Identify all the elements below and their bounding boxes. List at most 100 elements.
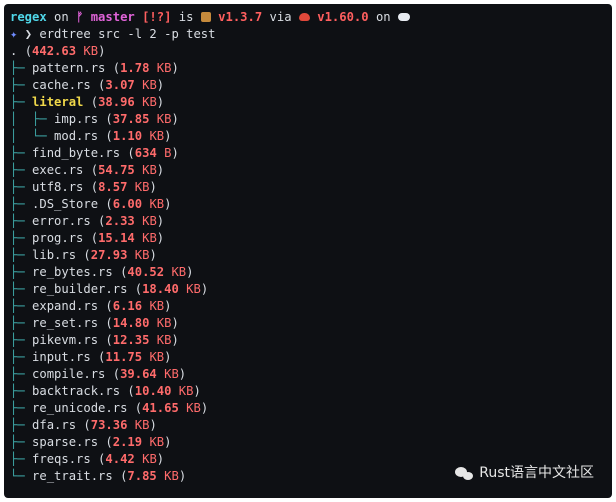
file-name: prog.rs [32, 231, 84, 245]
file-name: re_set.rs [32, 316, 99, 330]
tree-file-entry: ├─ prog.rs (15.14 KB) [10, 231, 165, 245]
prompt-on-word: on [54, 10, 69, 24]
file-size: 27.93 [90, 248, 128, 262]
size-unit: KB [164, 367, 179, 381]
dir-name: literal [32, 95, 84, 109]
tree-branch-prefix: │ └─ [10, 129, 55, 143]
tree-file-entry: ├─ utf8.rs (8.57 KB) [10, 180, 157, 194]
tree-branch-prefix: ├─ [10, 78, 33, 92]
git-branch-icon: ᚠ [76, 10, 84, 24]
tree-file-entry: ├─ lib.rs (27.93 KB) [10, 248, 157, 262]
file-name: cache.rs [32, 78, 91, 92]
size-unit: KB [134, 180, 150, 194]
file-size: 1.10 [112, 129, 143, 143]
rust-version: v1.60.0 [317, 10, 369, 24]
file-size: 7.85 [127, 469, 157, 483]
size-unit: KB [149, 129, 165, 143]
tree-branch-prefix: │ ├─ [10, 112, 55, 126]
size-unit: KB [178, 384, 194, 398]
size-unit: B [164, 146, 172, 160]
size-unit: KB [171, 265, 187, 279]
prompt-arrow-icon: ❯ [24, 27, 33, 41]
rust-crab-icon [298, 13, 310, 21]
file-size: 6.16 [112, 299, 143, 313]
prompt-star-icon: ✦ [10, 27, 18, 41]
tree-file-entry: ├─ find_byte.rs (634 B) [10, 146, 179, 160]
watermark-text: Rust语言中文社区 [479, 465, 594, 481]
tree-branch-prefix: ├─ [10, 384, 33, 398]
tree-file-entry: ├─ error.rs (2.33 KB) [10, 214, 165, 228]
file-name: re_unicode.rs [32, 401, 128, 415]
size-unit: KB [149, 197, 165, 211]
file-size: 634 [134, 146, 157, 160]
file-name: re_trait.rs [32, 469, 113, 483]
file-name: error.rs [32, 214, 91, 228]
tree-branch-prefix: ├─ [10, 418, 33, 432]
tree-file-entry: ├─ compile.rs (39.64 KB) [10, 367, 187, 381]
prompt-line: regex on ᚠ master [!?] is v1.3.7 via v1.… [10, 9, 604, 26]
size-unit: KB [164, 469, 179, 483]
file-size: 8.57 [98, 180, 128, 194]
file-name: dfa.rs [32, 418, 77, 432]
terminal-window[interactable]: regex on ᚠ master [!?] is v1.3.7 via v1.… [4, 4, 612, 498]
file-name: backtrack.rs [32, 384, 121, 398]
file-size: 73.36 [90, 418, 128, 432]
size-unit: KB [186, 282, 201, 296]
file-size: 12.35 [112, 333, 150, 347]
size-unit: KB [142, 78, 157, 92]
prompt-is-word: is [178, 10, 194, 24]
file-name: expand.rs [32, 299, 99, 313]
file-size: 2.19 [112, 435, 143, 449]
tree-branch-prefix: ├─ [10, 401, 33, 415]
file-size: 54.75 [98, 163, 135, 177]
tree-branch-prefix: ├─ [10, 163, 33, 177]
size-unit: KB [142, 452, 157, 466]
size-unit: KB [186, 401, 201, 415]
file-size: 6.00 [112, 197, 143, 211]
tree-dir-entry: ├─ literal (38.96 KB) [10, 95, 165, 109]
tree-file-entry: ├─ re_unicode.rs (41.65 KB) [10, 401, 209, 415]
file-size: 2.33 [105, 214, 135, 228]
prompt-on-word-2: on [375, 10, 391, 24]
watermark: Rust语言中文社区 [455, 465, 594, 482]
root-size: 442.63 [32, 44, 77, 58]
repo-name: regex [10, 10, 47, 24]
file-size: 15.14 [98, 231, 135, 245]
size-unit: KB [134, 418, 150, 432]
size-unit: KB [134, 248, 150, 262]
tree-branch-prefix: ├─ [10, 265, 33, 279]
tree-file-entry: │ └─ mod.rs (1.10 KB) [10, 129, 172, 143]
tree-file-entry: ├─ re_set.rs (14.80 KB) [10, 316, 179, 330]
file-name: utf8.rs [32, 180, 84, 194]
file-name: compile.rs [32, 367, 106, 381]
tree-file-entry: ├─ dfa.rs (73.36 KB) [10, 418, 157, 432]
cloud-icon [398, 13, 410, 21]
tree-branch-prefix: ├─ [10, 95, 33, 109]
size-unit: KB [142, 214, 157, 228]
size-unit: KB [149, 435, 165, 449]
tree-branch-prefix: ├─ [10, 146, 33, 160]
size-unit: KB [142, 231, 157, 245]
size-unit: KB [142, 163, 157, 177]
file-size: 39.64 [120, 367, 157, 381]
file-name: freqs.rs [32, 452, 91, 466]
size-unit: KB [156, 333, 172, 347]
file-name: input.rs [32, 350, 91, 364]
file-tree: ├─ pattern.rs (1.78 KB) ├─ cache.rs (3.07… [10, 60, 604, 485]
file-name: exec.rs [32, 163, 84, 177]
tree-file-entry: ├─ expand.rs (6.16 KB) [10, 299, 172, 313]
size-unit: KB [149, 350, 165, 364]
tree-file-entry: ├─ sparse.rs (2.19 KB) [10, 435, 172, 449]
tree-branch-prefix: ├─ [10, 282, 33, 296]
branch-name: master [90, 10, 135, 24]
file-size: 40.52 [127, 265, 165, 279]
command-line[interactable]: ✦ ❯ erdtree src -l 2 -p test [10, 26, 604, 43]
file-name: imp.rs [54, 112, 99, 126]
file-size: 18.40 [142, 282, 179, 296]
file-size: 3.07 [105, 78, 135, 92]
tree-branch-prefix: ├─ [10, 435, 33, 449]
wechat-icon [455, 466, 474, 481]
file-size: 14.80 [112, 316, 150, 330]
tree-branch-prefix: ├─ [10, 350, 33, 364]
tree-file-entry: ├─ cache.rs (3.07 KB) [10, 78, 165, 92]
